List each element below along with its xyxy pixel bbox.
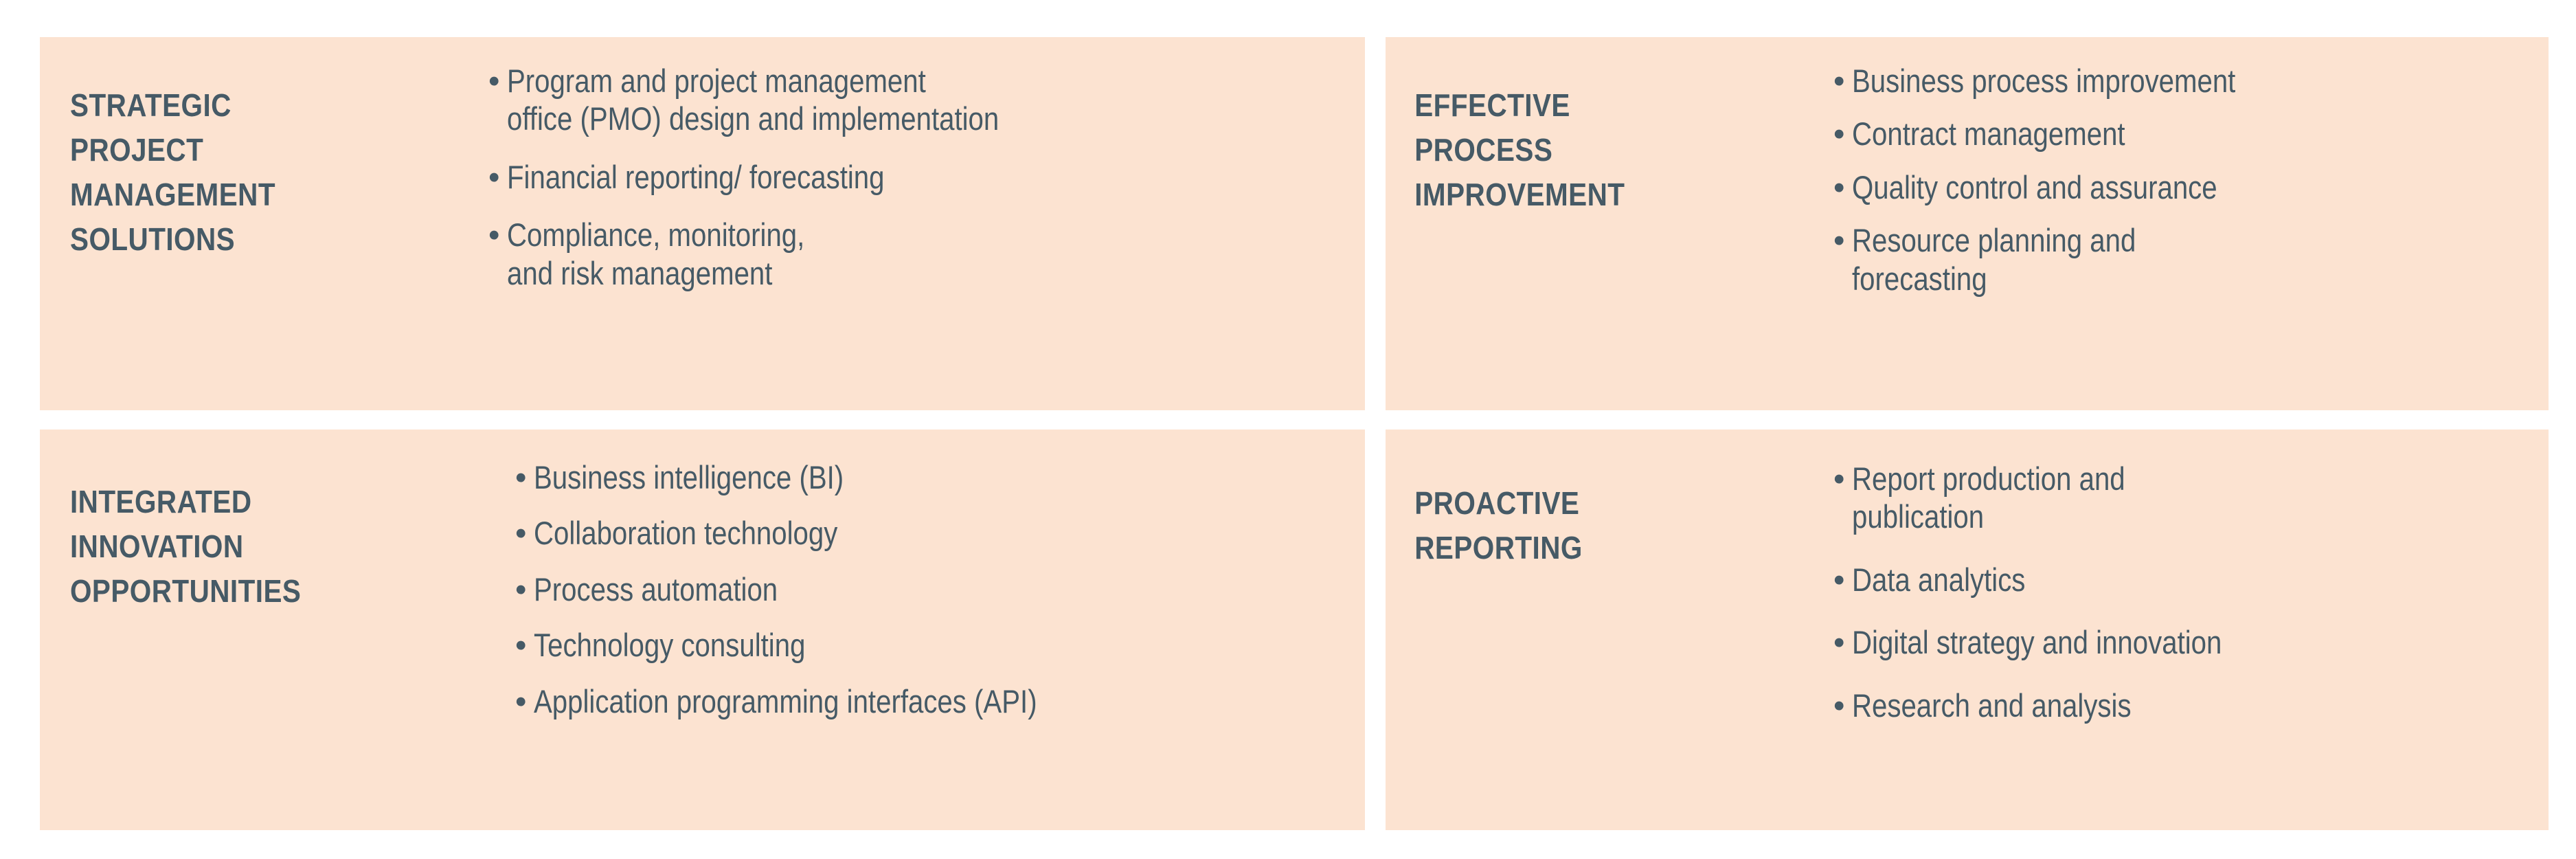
list-item: • Digital strategy and innovation [1833,623,2521,661]
bullet-dot-icon: • [1833,168,1845,205]
heading-line: INNOVATION [70,528,244,565]
panel-proactive-reporting: PROACTIVE REPORTING • Report production … [1386,430,2549,830]
bullet-dot-icon: • [1833,115,1845,153]
bullet-dot-icon: • [515,459,527,495]
bullet-list-integrated-innovation-opportunities: • Business intelligence (BI) • Collabora… [486,430,1365,720]
heading-line: PROJECT [70,132,204,168]
bullet-dot-icon: • [1833,63,1845,99]
list-item-label: Compliance, monitoring, and risk managem… [507,216,805,291]
heading-line: EFFECTIVE [1414,87,1570,124]
list-item: • Report production and publication [1833,460,2521,536]
list-item-label: Report production and publication [1852,460,2125,535]
bullet-dot-icon: • [1833,460,1845,497]
list-item-label: Resource planning and forecasting [1852,222,2136,297]
panel-heading-proactive-reporting: PROACTIVE REPORTING [1386,456,1753,564]
list-item-label: Process automation [534,570,778,607]
panel-heading-effective-process-improvement: EFFECTIVE PROCESS IMPROVEMENT [1386,63,1753,210]
heading-line: SOLUTIONS [70,221,236,258]
heading-line: OPPORTUNITIES [70,573,302,610]
bullet-dot-icon: • [1833,624,1845,661]
list-item: • Application programming interfaces (AP… [515,682,1337,720]
bullet-dot-icon: • [1833,687,1845,724]
bullet-dot-icon: • [488,158,500,195]
panel-heading-strategic-project-management-solutions: STRATEGIC PROJECT MANAGEMENT SOLUTIONS [40,63,409,255]
list-item: • Program and project management office … [488,62,1324,138]
heading-line: MANAGEMENT [70,177,275,213]
list-item-label: Quality control and assurance [1852,168,2217,205]
list-item-label: Contract management [1852,115,2125,153]
list-item: • Research and analysis [1833,687,2521,724]
bullet-dot-icon: • [515,515,527,552]
bullet-dot-icon: • [1833,561,1845,598]
heading-line: PROCESS [1414,132,1553,168]
bullet-dot-icon: • [515,570,527,607]
list-item-label: Program and project management office (P… [507,63,999,137]
panel-integrated-innovation-opportunities: INTEGRATED INNOVATION OPPORTUNITIES • Bu… [40,430,1365,830]
list-item-label: Application programming interfaces (API) [534,682,1037,719]
list-item-label: Business process improvement [1852,63,2236,99]
list-item-label: Financial reporting/ forecasting [507,158,885,195]
bullet-dot-icon: • [515,627,527,664]
bullet-dot-icon: • [1833,222,1845,259]
panel-heading-integrated-innovation-opportunities: INTEGRATED INNOVATION OPPORTUNITIES [40,456,433,607]
list-item-label: Technology consulting [534,627,806,664]
heading-line: REPORTING [1414,530,1583,566]
bullet-list-proactive-reporting: • Report production and publication • Da… [1803,430,2549,724]
services-matrix-board: STRATEGIC PROJECT MANAGEMENT SOLUTIONS •… [0,0,2576,859]
bullet-list-strategic-project-management-solutions: • Program and project management office … [459,37,1365,292]
list-item: • Technology consulting [515,626,1337,664]
list-item: • Collaboration technology [515,514,1337,552]
list-item: • Business process improvement [1833,62,2521,100]
list-item-label: Business intelligence (BI) [534,459,844,495]
panel-effective-process-improvement: EFFECTIVE PROCESS IMPROVEMENT • Business… [1386,37,2549,410]
list-item: • Financial reporting/ forecasting [488,158,1324,196]
list-item-label: Collaboration technology [534,515,838,552]
heading-line: IMPROVEMENT [1414,177,1625,213]
list-item-label: Digital strategy and innovation [1852,624,2222,661]
list-item-label: Data analytics [1852,561,2026,598]
panel-strategic-project-management-solutions: STRATEGIC PROJECT MANAGEMENT SOLUTIONS •… [40,37,1365,410]
list-item: • Compliance, monitoring, and risk manag… [488,216,1324,292]
panel-grid: STRATEGIC PROJECT MANAGEMENT SOLUTIONS •… [40,37,2549,830]
list-item-label: Research and analysis [1852,687,2132,724]
bullet-dot-icon: • [515,682,527,719]
bullet-list-effective-process-improvement: • Business process improvement • Contrac… [1803,37,2549,298]
heading-line: PROACTIVE [1414,485,1580,522]
heading-line: STRATEGIC [70,87,231,124]
list-item: • Data analytics [1833,561,2521,599]
list-item: • Quality control and assurance [1833,168,2521,206]
list-item: • Process automation [515,570,1337,608]
list-item: • Resource planning and forecasting [1833,221,2521,298]
heading-line: INTEGRATED [70,484,252,520]
list-item: • Business intelligence (BI) [515,458,1337,496]
bullet-dot-icon: • [488,216,500,254]
bullet-dot-icon: • [488,63,500,99]
list-item: • Contract management [1833,115,2521,153]
